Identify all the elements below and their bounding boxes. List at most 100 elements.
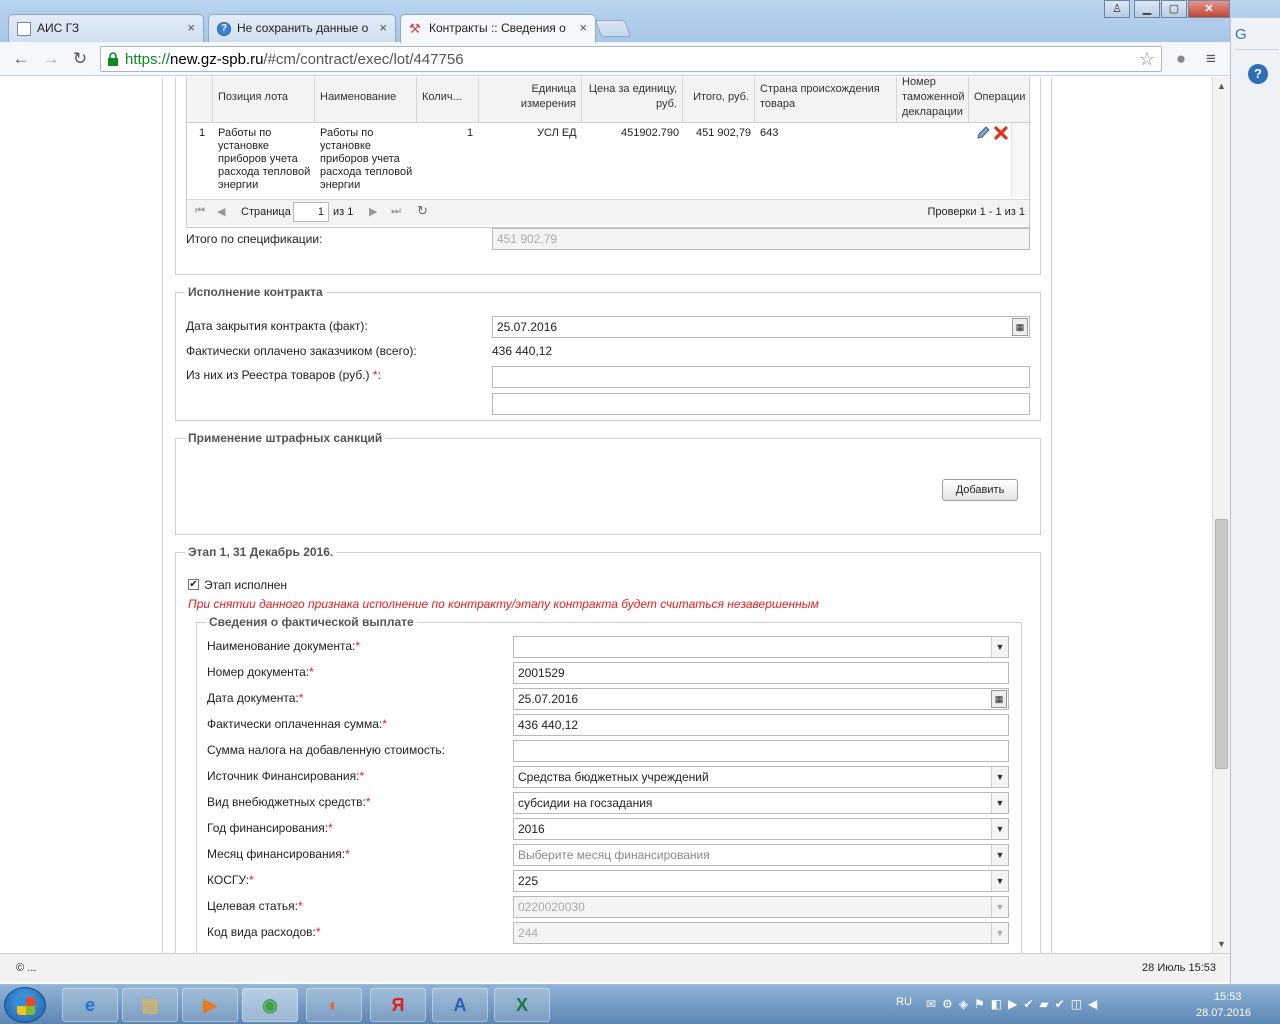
registry-extra-input[interactable] (492, 393, 1030, 415)
extension-icon[interactable]: ● (1170, 48, 1192, 70)
cell-name: Работы по установке приборов учета расхо… (320, 127, 413, 191)
fin-source-select[interactable]: Средства бюджетных учреждений ▼ (513, 766, 1009, 788)
offbudget-select[interactable]: субсидии на госзадания ▼ (513, 792, 1009, 814)
table-row[interactable]: 1 Работы по установке приборов учета рас… (187, 123, 1029, 197)
help-icon[interactable]: ? (1248, 64, 1268, 84)
scroll-down-icon[interactable]: ▼ (1217, 939, 1226, 949)
target-article-label: Целевая статья:* (207, 899, 303, 913)
new-tab-button[interactable] (594, 20, 632, 37)
minimize-button[interactable]: ▁ (1134, 0, 1160, 18)
col-country[interactable]: Страна происхождения товара (755, 77, 897, 123)
stage-done-checkbox[interactable]: ✔ (188, 579, 199, 590)
calendar-icon[interactable]: ▦ (1012, 318, 1028, 336)
doc-date-input[interactable]: 25.07.2016 ▦ (513, 688, 1009, 710)
page-number-input[interactable]: 1 (293, 202, 329, 222)
tab-save-data[interactable]: ? Не сохранить данные о × (208, 14, 396, 42)
page-scrollbar[interactable]: ▲ ▼ (1212, 77, 1230, 953)
close-icon[interactable]: × (379, 15, 387, 41)
tab-title: Не сохранить данные о (237, 21, 369, 35)
tab-contracts[interactable]: ⚒ Контракты :: Сведения о × (400, 14, 596, 43)
chrome-icon[interactable]: ◉ (242, 988, 298, 1022)
col-name[interactable]: Наименование (315, 77, 417, 123)
start-button[interactable] (4, 987, 46, 1023)
chevron-down-icon: ▼ (991, 767, 1008, 787)
excel-icon[interactable]: X (494, 988, 550, 1022)
spec-total-label: Итого по спецификации: (186, 232, 323, 246)
clock-time[interactable]: 15:53 (1214, 991, 1242, 1003)
col-declaration[interactable]: Номер таможенной декларации (897, 77, 969, 123)
next-page-icon[interactable]: ▶ (369, 205, 377, 218)
chevron-down-icon: ▼ (991, 871, 1008, 891)
paid-total-label: Фактически оплачено заказчиком (всего): (186, 344, 417, 358)
scroll-up-icon[interactable]: ▲ (1217, 81, 1226, 91)
language-indicator[interactable]: RU (896, 996, 912, 1008)
table-row-scrollbar[interactable] (1011, 123, 1029, 197)
col-operations: Операции (974, 90, 1026, 103)
yandex-icon[interactable]: Я (370, 988, 426, 1022)
first-page-icon[interactable]: ⏮ (195, 205, 205, 218)
cell-total: 451 902,79 (696, 127, 752, 139)
windows-taskbar: e ▤ ▶ ◉ ◐ Я A X RU ✉⚙◈⚑◧▶✔▰✔◫◀ 15:53 28.… (0, 984, 1280, 1024)
add-penalty-button[interactable]: Добавить (942, 479, 1018, 501)
fin-month-select[interactable]: Выберите месяц финансирования ▼ (513, 844, 1009, 866)
fin-year-select[interactable]: 2016 ▼ (513, 818, 1009, 840)
registry-label: Из них из Реестра товаров (руб.) *: (186, 368, 381, 382)
maximize-button[interactable]: ▢ (1161, 0, 1187, 18)
firefox-icon[interactable]: ◐ (306, 988, 362, 1022)
penalties-legend: Применение штрафных санкций (188, 431, 383, 445)
tab-title: АИС ГЗ (37, 21, 80, 35)
paid-sum-input[interactable]: 436 440,12 (513, 714, 1009, 736)
reload-icon[interactable]: ↻ (69, 48, 91, 70)
tray-icons[interactable]: ✉⚙◈⚑◧▶✔▰✔◫◀ (926, 997, 1103, 1011)
refresh-icon[interactable]: ↻ (417, 203, 428, 219)
user-icon[interactable]: ♙ (1104, 0, 1130, 18)
delete-icon[interactable] (993, 125, 1009, 141)
col-unit[interactable]: Единица измерения (479, 77, 582, 123)
media-player-icon[interactable]: ▶ (182, 988, 238, 1022)
edit-pencil-icon[interactable] (975, 125, 991, 141)
close-window-button[interactable]: ✕ (1188, 0, 1230, 18)
stage-done-label: Этап исполнен (204, 578, 288, 592)
calendar-icon[interactable]: ▦ (991, 690, 1007, 708)
doc-date-label: Дата документа:* (207, 691, 304, 705)
stage-fieldset: Этап 1, 31 Декабрь 2016. ✔ Этап исполнен… (175, 545, 1041, 953)
menu-icon[interactable]: ≡ (1200, 48, 1222, 70)
close-icon[interactable]: × (187, 15, 195, 41)
prev-page-icon[interactable]: ◀ (217, 205, 225, 218)
chevron-down-icon: ▼ (991, 923, 1008, 943)
col-total[interactable]: Итого, руб. (683, 77, 755, 123)
doc-number-input[interactable]: 2001529 (513, 662, 1009, 684)
fin-year-label: Год финансирования:* (207, 821, 333, 835)
scrollbar-thumb[interactable] (1215, 519, 1228, 769)
last-page-icon[interactable]: ⏭ (391, 205, 401, 218)
execution-fieldset: Исполнение контракта Дата закрытия контр… (175, 285, 1041, 421)
chevron-down-icon: ▼ (991, 819, 1008, 839)
back-arrow-icon[interactable]: ← (10, 48, 32, 70)
col-price[interactable]: Цена за единицу, руб. (582, 77, 683, 123)
chevron-down-icon: ▼ (991, 897, 1008, 917)
address-bar[interactable]: https://new.gz-spb.ru/#cm/contract/exec/… (100, 46, 1162, 72)
close-icon[interactable]: × (579, 15, 587, 41)
kosgu-select[interactable]: 225 ▼ (513, 870, 1009, 892)
expense-code-select: 244 ▼ (513, 922, 1009, 944)
doc-name-select[interactable]: ▼ (513, 636, 1009, 658)
page-viewport: Позиция лота Наименование Колич... Едини… (0, 77, 1212, 953)
file-explorer-icon[interactable]: ▤ (122, 988, 178, 1022)
col-position[interactable]: Позиция лота (213, 77, 315, 123)
vat-sum-input[interactable] (513, 740, 1009, 762)
clock-date[interactable]: 28.07.2016 (1196, 1007, 1251, 1019)
registry-input[interactable] (492, 366, 1030, 388)
tab-ais-gz[interactable]: АИС ГЗ × (8, 14, 204, 42)
col-qty[interactable]: Колич... (417, 77, 479, 123)
table-header: Позиция лота Наименование Колич... Едини… (187, 77, 1029, 123)
forward-arrow-icon[interactable]: → (40, 48, 62, 70)
word-document-icon[interactable]: A (432, 988, 488, 1022)
bookmark-star-icon[interactable]: ☆ (1139, 49, 1155, 70)
tab-title: Контракты :: Сведения о (429, 21, 566, 35)
internet-explorer-icon[interactable]: e (62, 988, 118, 1022)
browser-toolbar: ← → ↻ https://new.gz-spb.ru/#cm/contract… (0, 42, 1230, 76)
lock-icon (108, 52, 118, 66)
close-date-input[interactable]: 25.07.2016 ▦ (492, 316, 1030, 338)
google-icon: G (1235, 26, 1279, 50)
fin-source-label: Источник Финансирования:* (207, 769, 365, 783)
